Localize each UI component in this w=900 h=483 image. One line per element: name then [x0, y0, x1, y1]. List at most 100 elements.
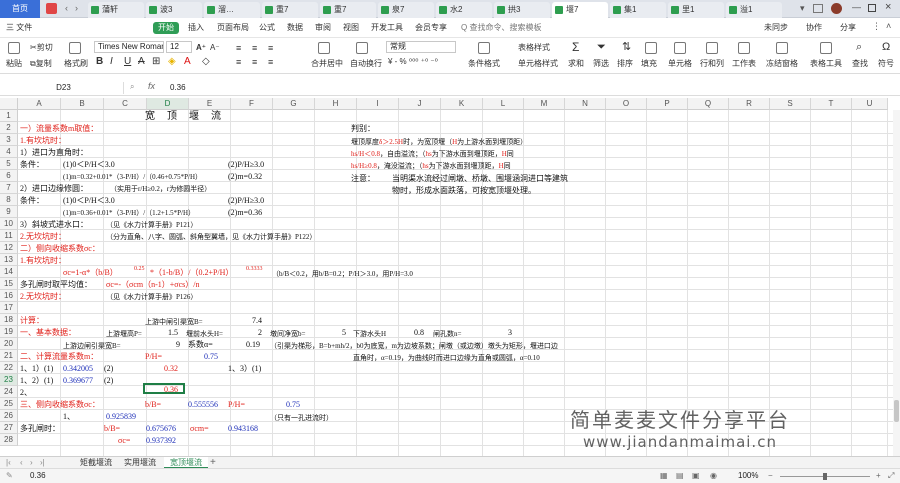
cell-c7[interactable]: （实用于r/H≥0.2，r为修圆半径） [110, 184, 211, 194]
cell-icon[interactable] [674, 42, 686, 54]
menu-data[interactable]: 数据 [287, 22, 303, 34]
zoom-level[interactable]: 100% [738, 471, 758, 480]
font-size-select[interactable]: 12 [166, 41, 192, 53]
wrap-text-button[interactable]: 自动换行 [350, 59, 382, 69]
cell-g14[interactable]: （b/B＜0.2，用b/B=0.2；P/H＞3.0，用P/H=3.0 [272, 269, 413, 279]
row-header-22[interactable]: 22 [0, 362, 18, 374]
cell-g20[interactable]: （引渠为梯形，B=b+mh/2，b0为底宽，m为边坡系数；闸墩（或边墩）墩头为矩… [270, 341, 558, 351]
document-tab[interactable]: 集1 [610, 2, 666, 18]
cell-a3[interactable]: 1.有坎坑时： [20, 136, 66, 146]
omega-icon[interactable]: Ω [882, 42, 890, 53]
cell-f8[interactable]: (2)P/H≥3.0 [228, 196, 264, 206]
wrap-text-icon[interactable] [356, 42, 368, 54]
fx-icon[interactable]: fx [148, 81, 155, 91]
freeze-panes-button[interactable]: 冻结窗格 [766, 59, 798, 69]
paste-button[interactable]: 粘贴 [6, 59, 22, 69]
cell-d20[interactable]: 9 [176, 340, 180, 350]
row-header-21[interactable]: 21 [0, 350, 18, 362]
cell-f18[interactable]: 7.4 [252, 316, 262, 326]
strikethrough-icon[interactable]: A [138, 57, 145, 67]
cell-d21[interactable]: P/H= [145, 352, 162, 362]
number-format-select[interactable]: 常规 [386, 41, 456, 53]
column-header-c[interactable]: C [104, 98, 147, 110]
bold-icon[interactable]: B [96, 57, 103, 67]
cell-a7[interactable]: 2）进口边缘修圆： [20, 184, 88, 194]
worksheet-button[interactable]: 工作表 [732, 59, 756, 69]
cell-c27[interactable]: 0.675676 [146, 424, 176, 434]
cell-c15[interactable]: σc=-（σcm（n-1）+σcs）/n [106, 280, 200, 290]
cell-b27[interactable]: b/B= [104, 424, 120, 434]
cell-c8[interactable]: (1)0＜P/H＜3.0 [63, 196, 115, 206]
column-header-a[interactable]: A [18, 98, 61, 110]
document-tab[interactable]: 拱3 [494, 2, 550, 18]
cell-d19[interactable]: 1.5 [168, 328, 178, 338]
document-tab[interactable]: 里1 [668, 2, 724, 18]
cell-g19[interactable]: 墩间净宽b= [270, 329, 305, 339]
cell-a4[interactable]: 1）进口为直角时： [20, 148, 88, 158]
collaborate-button[interactable]: 协作 [806, 22, 822, 34]
cell-c9[interactable]: (1)m=0.36+0.01*（3-P/H）/（1.2+1.5*P/H） [63, 208, 195, 218]
cell-c10[interactable]: （见《水力计算手册》P121） [106, 220, 197, 230]
cell-f25[interactable]: P/H= [228, 400, 245, 410]
column-header-g[interactable]: G [273, 98, 315, 110]
command-search[interactable]: Q 查找命令、搜索模板 [461, 22, 541, 34]
cell-f22[interactable]: 1、3）(1) [228, 364, 261, 374]
menu-dev-tools[interactable]: 开发工具 [371, 22, 403, 34]
row-header-14[interactable]: 14 [0, 266, 18, 278]
column-header-h[interactable]: H [315, 98, 357, 110]
column-header-n[interactable]: N [565, 98, 606, 110]
view-normal-icon[interactable]: ▦ [660, 471, 668, 480]
cut-button[interactable]: ✂剪切 [30, 43, 53, 53]
document-tab[interactable]: 溜… [204, 2, 260, 18]
sum-button[interactable]: 求和 [568, 59, 584, 69]
merge-center-button[interactable]: 合并居中 [311, 59, 343, 69]
row-col-button[interactable]: 行和列 [700, 59, 724, 69]
tab-list-icon[interactable]: ▾ [800, 3, 805, 14]
row-header-19[interactable]: 19 [0, 326, 18, 338]
cell-f5[interactable]: (2)P/H≥3.0 [228, 160, 264, 170]
cell-a23[interactable]: 1、2）(1) [20, 376, 53, 386]
cell-f6[interactable]: (2)m=0.32 [228, 172, 262, 182]
cell-f27[interactable]: 0.943168 [228, 424, 258, 434]
column-header-r[interactable]: R [729, 98, 770, 110]
cell-d22[interactable]: 0.32 [164, 364, 178, 374]
cell-i21[interactable]: 直角时，α=0.19，为曲线时而进口边缘为直角或圆弧，α=0.10 [353, 353, 540, 363]
row-header-28[interactable]: 28 [0, 434, 18, 446]
sync-status[interactable]: 未同步 [764, 22, 788, 34]
cell-g25[interactable]: 0.75 [286, 400, 300, 410]
column-header-u[interactable]: U [852, 98, 888, 110]
wps-logo-icon[interactable] [46, 3, 57, 14]
cell-a19[interactable]: 一、基本数据： [20, 328, 76, 338]
menu-insert[interactable]: 插入 [188, 22, 204, 34]
filter-button[interactable]: 筛选 [593, 59, 609, 69]
column-header-k[interactable]: K [441, 98, 483, 110]
cell-i2[interactable]: 判别： [351, 124, 375, 134]
cell-b26[interactable]: 1、 [63, 412, 75, 422]
document-tab[interactable]: 重7 [320, 2, 376, 18]
cell-a25[interactable]: 三、侧向收缩系数σc： [20, 400, 100, 410]
row-header-26[interactable]: 26 [0, 410, 18, 422]
view-break-icon[interactable]: ▣ [692, 471, 700, 480]
name-box[interactable]: D23 [4, 82, 124, 94]
cell-l19[interactable]: 3 [508, 328, 512, 338]
document-tab[interactable]: 泉7 [378, 2, 434, 18]
column-header-j[interactable]: J [399, 98, 441, 110]
cell-i4[interactable]: hs/H＜0.8，自由溢流；（hs为下游水面到堰顶距，H同 [351, 149, 514, 159]
underline-icon[interactable]: U [124, 57, 131, 67]
table-tools-button[interactable]: 表格工具 [810, 59, 842, 69]
cell-h19[interactable]: 5 [342, 328, 346, 338]
menu-review[interactable]: 审阅 [315, 22, 331, 34]
cell-a2[interactable]: 一）流量系数m取值： [20, 124, 98, 134]
sum-icon[interactable]: Σ [572, 41, 579, 53]
cell-a8[interactable]: 条件： [20, 196, 44, 206]
last-sheet-icon[interactable]: ›| [40, 458, 45, 467]
cell-d23[interactable]: 0.36 [164, 385, 178, 395]
share-button[interactable]: 分享 [840, 22, 856, 34]
cell-b23[interactable]: 0.369677 [63, 376, 93, 386]
filter-icon[interactable]: ⏷ [597, 42, 606, 53]
cell-d28[interactable]: 0.937392 [146, 436, 176, 446]
zoom-slider-handle[interactable] [823, 473, 827, 480]
cell-c11[interactable]: （分为直角、八字、圆弧、斜角型翼墙，见《水力计算手册》P122） [106, 232, 316, 242]
select-all-corner[interactable] [0, 98, 18, 110]
row-header-10[interactable]: 10 [0, 218, 18, 230]
